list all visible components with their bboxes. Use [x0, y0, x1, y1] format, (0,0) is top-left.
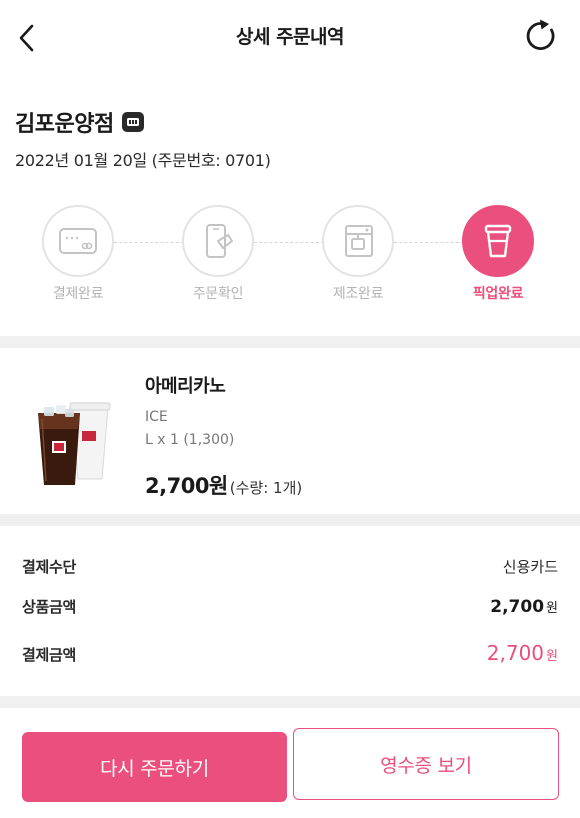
- step-label: 제조완료: [332, 286, 384, 302]
- step-circle: [322, 205, 394, 277]
- pay-amount-value: 2,700: [486, 641, 545, 665]
- pay-amount-unit: 원: [546, 649, 558, 664]
- step-label-active: 픽업완료: [472, 286, 524, 302]
- product-amount: 2,700 원: [490, 597, 558, 617]
- refresh-icon: [526, 19, 555, 50]
- product-amount-label: 상품금액: [22, 598, 77, 616]
- step-order-confirmed: 주문확인: [168, 205, 268, 303]
- order-date: 2022년 01월 20일 (주문번호: 0701): [15, 151, 271, 170]
- step-payment-complete: 결제완료: [28, 205, 128, 303]
- payment-method-value: 신용카드: [502, 558, 558, 576]
- step-circle: [42, 205, 114, 277]
- product-amount-row: 상품금액 2,700 원: [22, 596, 558, 617]
- section-divider: [0, 696, 580, 708]
- top-app-bar: 상세 주문내역: [0, 0, 580, 76]
- order-progress: 결제완료 주문확인 제조완료 픽업완료: [0, 205, 580, 305]
- product-name: 아메리카노: [145, 376, 226, 397]
- reorder-button[interactable]: 다시 주문하기: [22, 732, 287, 802]
- product-amount-value: 2,700: [490, 597, 545, 617]
- bottom-action-bar: 다시 주문하기 영수증 보기: [0, 708, 580, 818]
- pay-amount-label: 결제금액: [22, 646, 77, 664]
- refresh-button[interactable]: [521, 16, 561, 56]
- product-option-size: L x 1 (1,300): [145, 432, 235, 448]
- step-circle: [182, 205, 254, 277]
- payment-method-row: 결제수단 신용카드: [22, 556, 558, 577]
- store-name: 김포운양점: [15, 112, 114, 137]
- page-title: 상세 주문내역: [236, 26, 345, 48]
- product-quantity: (수량: 1개): [229, 479, 303, 497]
- step-circle-active: [462, 205, 534, 277]
- step-label: 결제완료: [52, 286, 104, 302]
- store-badge-icon: [121, 112, 144, 132]
- store-name-row: 김포운양점: [15, 106, 144, 138]
- product-option-temperature: ICE: [145, 409, 168, 425]
- coffee-machine-icon: [345, 225, 373, 257]
- product-amount-unit: 원: [546, 601, 558, 616]
- step-brewing-complete: 제조완료: [308, 205, 408, 303]
- step-pickup-complete: 픽업완료: [448, 205, 548, 303]
- pay-amount: 2,700 원: [487, 641, 558, 665]
- view-receipt-button[interactable]: 영수증 보기: [293, 728, 559, 800]
- coffee-cup-icon: [484, 224, 512, 258]
- section-divider: [0, 336, 580, 348]
- payment-method-label: 결제수단: [22, 558, 77, 576]
- phone-order-icon: [206, 224, 233, 258]
- section-divider: [0, 514, 580, 526]
- product-price-row: 2,700원 (수량: 1개): [145, 470, 302, 500]
- product-image: [32, 395, 118, 491]
- product-price: 2,700원: [145, 474, 228, 498]
- step-label: 주문확인: [192, 286, 244, 302]
- pay-amount-row: 결제금액 2,700 원: [22, 641, 558, 665]
- credit-card-icon: [59, 228, 97, 254]
